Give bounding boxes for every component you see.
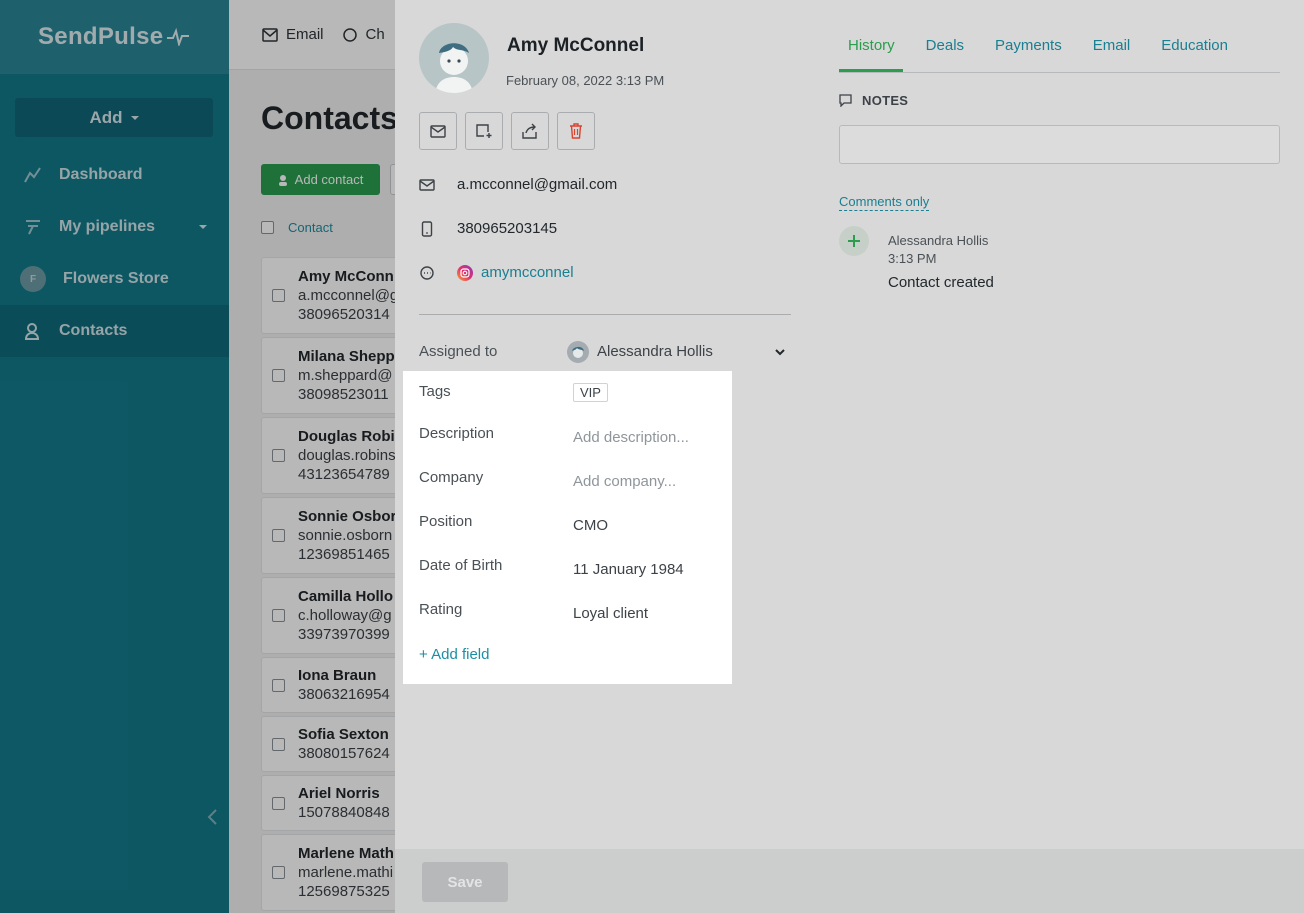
contact-email-value[interactable]: a.mcconnel@gmail.com (457, 176, 617, 193)
chat-icon (419, 265, 435, 281)
field-label: Position (419, 513, 473, 530)
tab-email[interactable]: Email (1084, 0, 1139, 72)
plus-icon (839, 226, 869, 256)
tab-history[interactable]: History (839, 0, 903, 72)
avatar (567, 341, 589, 363)
divider (419, 314, 791, 315)
contact-email-line: a.mcconnel@gmail.com (419, 176, 617, 193)
add-field-link[interactable]: + Add field (419, 646, 489, 663)
field-label: Company (419, 469, 484, 486)
create-deal-button[interactable] (465, 112, 503, 150)
share-icon (522, 123, 537, 139)
contact-fields-card: Tags VIP Description Add description... … (403, 371, 732, 684)
contact-actions (419, 112, 595, 150)
rating-value[interactable]: Loyal client (573, 605, 648, 622)
position-value[interactable]: CMO (573, 517, 608, 534)
tab-deals[interactable]: Deals (917, 0, 972, 72)
add-deal-icon (476, 124, 492, 138)
tab-payments[interactable]: Payments (986, 0, 1070, 72)
contact-avatar (419, 23, 489, 93)
instagram-icon (457, 264, 473, 281)
envelope-icon (419, 177, 435, 193)
history-tabs: History Deals Payments Email Education (839, 0, 1280, 73)
field-tags: Tags VIP (419, 383, 608, 402)
history-event: Contact created (888, 274, 994, 291)
assigned-to-label: Assigned to (419, 343, 498, 360)
comments-only-filter[interactable]: Comments only (839, 194, 930, 211)
history-panel: History Deals Payments Email Education N… (815, 0, 1304, 849)
contact-created-date: February 08, 2022 3:13 PM (506, 73, 665, 88)
date-of-birth-value[interactable]: 11 January 1984 (573, 561, 684, 578)
field-label: Description (419, 425, 495, 442)
notes-input[interactable] (839, 125, 1280, 164)
assigned-to-select[interactable]: Alessandra Hollis (597, 343, 713, 360)
drawer-footer: Save (395, 849, 1304, 913)
trash-icon (570, 123, 582, 139)
contact-messenger-line: amymcconnel (419, 264, 574, 281)
field-date-of-birth: Date of Birth 11 January 1984 (419, 557, 684, 578)
company-input[interactable]: Add company... (573, 473, 676, 490)
description-input[interactable]: Add description... (573, 429, 689, 446)
history-author: Alessandra Hollis (888, 233, 989, 248)
phone-icon (419, 220, 435, 237)
notes-label: NOTES (862, 93, 909, 108)
contact-phone-line: 380965203145 (419, 220, 557, 237)
tab-education[interactable]: Education (1152, 0, 1236, 72)
delete-contact-button[interactable] (557, 112, 595, 150)
history-time: 3:13 PM (888, 251, 937, 266)
contact-full-name: Amy McConnel (507, 35, 645, 56)
send-email-button[interactable] (419, 112, 457, 150)
save-button[interactable]: Save (422, 862, 508, 902)
field-label: Tags (419, 383, 451, 400)
envelope-icon (430, 124, 446, 138)
tag-chip[interactable]: VIP (573, 383, 608, 402)
note-icon (839, 94, 852, 107)
field-company: Company Add company... (419, 469, 676, 490)
instagram-handle-link[interactable]: amymcconnel (481, 264, 574, 281)
notes-header: NOTES (839, 93, 908, 108)
share-button[interactable] (511, 112, 549, 150)
field-label: Rating (419, 601, 463, 618)
field-rating: Rating Loyal client (419, 601, 648, 622)
contact-phone-value[interactable]: 380965203145 (457, 220, 557, 237)
field-description: Description Add description... (419, 425, 689, 446)
field-label: Date of Birth (419, 557, 503, 574)
field-position: Position CMO (419, 513, 608, 534)
chevron-down-icon[interactable] (773, 345, 787, 359)
